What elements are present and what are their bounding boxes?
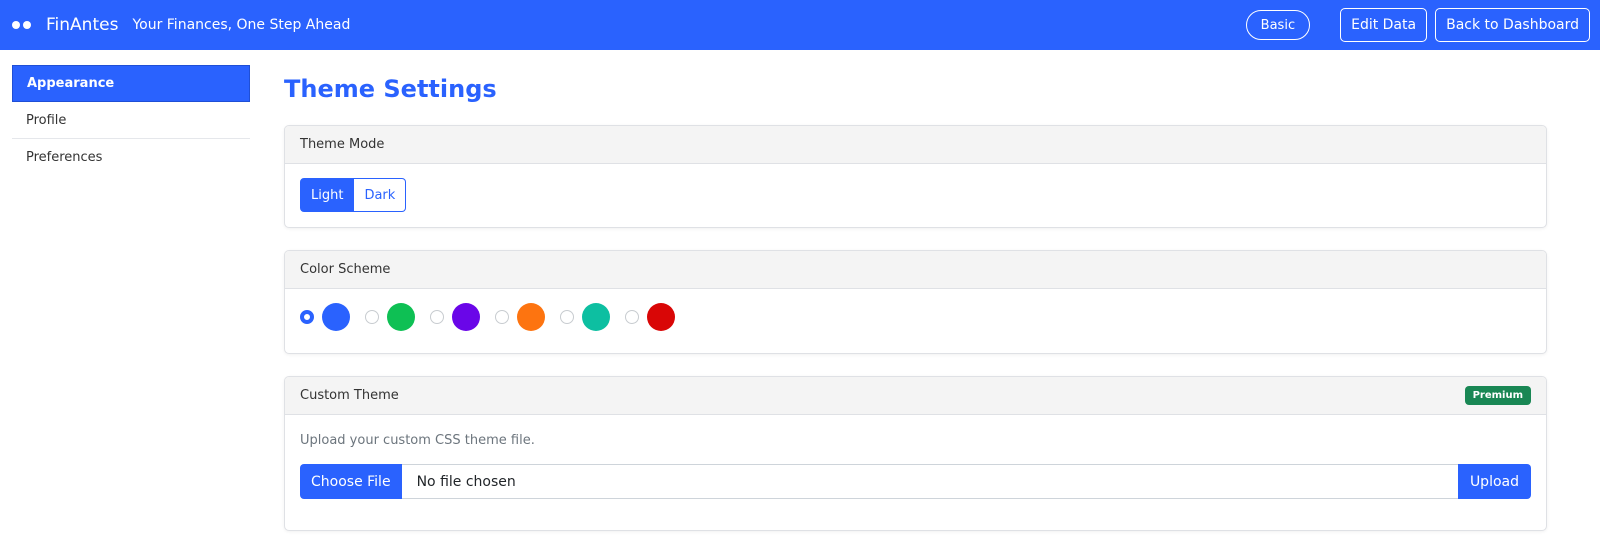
- page-title: Theme Settings: [284, 75, 497, 103]
- brand[interactable]: FinAntes Your Finances, One Step Ahead: [12, 15, 350, 35]
- theme-mode-toggle: Light Dark: [300, 178, 1531, 212]
- choose-file-button[interactable]: Choose File: [300, 464, 402, 499]
- file-upload-group: Choose File No file chosen Upload: [300, 464, 1531, 499]
- color-radio[interactable]: [430, 310, 444, 324]
- color-swatch[interactable]: [387, 303, 415, 331]
- color-scheme-header: Color Scheme: [285, 251, 1546, 289]
- premium-badge: Premium: [1464, 386, 1531, 405]
- color-option[interactable]: [430, 303, 480, 331]
- color-swatch[interactable]: [322, 303, 350, 331]
- back-to-dashboard-button[interactable]: Back to Dashboard: [1435, 8, 1590, 42]
- navbar-actions: Basic Edit Data Back to Dashboard: [1245, 8, 1590, 42]
- top-navbar: FinAntes Your Finances, One Step Ahead B…: [0, 0, 1600, 50]
- color-radio[interactable]: [495, 310, 509, 324]
- color-swatch[interactable]: [582, 303, 610, 331]
- sidebar-item-preferences[interactable]: Preferences: [12, 139, 250, 176]
- custom-theme-header-row: Custom Theme Premium: [285, 377, 1546, 415]
- upload-button[interactable]: Upload: [1457, 464, 1531, 499]
- color-swatch-group: [300, 303, 1531, 331]
- file-name-display[interactable]: No file chosen: [401, 464, 1458, 499]
- brand-tagline: Your Finances, One Step Ahead: [132, 17, 351, 33]
- theme-mode-header: Theme Mode: [285, 126, 1546, 164]
- logo-dots-icon: [12, 21, 36, 29]
- custom-theme-header: Custom Theme: [300, 388, 399, 403]
- color-swatch[interactable]: [647, 303, 675, 331]
- brand-name: FinAntes: [46, 15, 119, 35]
- theme-light-button[interactable]: Light: [300, 178, 355, 212]
- theme-mode-card: Theme Mode Light Dark: [284, 125, 1547, 228]
- color-option[interactable]: [560, 303, 610, 331]
- color-scheme-card: Color Scheme: [284, 250, 1547, 354]
- main-content: Theme Settings Theme Mode Light Dark Col…: [284, 70, 1547, 531]
- color-option[interactable]: [495, 303, 545, 331]
- sidebar-item-profile[interactable]: Profile: [12, 102, 250, 139]
- plan-badge-button[interactable]: Basic: [1245, 10, 1311, 40]
- color-option[interactable]: [625, 303, 675, 331]
- color-radio[interactable]: [560, 310, 574, 324]
- color-swatch[interactable]: [452, 303, 480, 331]
- custom-theme-help-text: Upload your custom CSS theme file.: [300, 433, 535, 448]
- sidebar-item-appearance[interactable]: Appearance: [12, 65, 250, 102]
- edit-data-button[interactable]: Edit Data: [1340, 8, 1428, 42]
- color-swatch[interactable]: [517, 303, 545, 331]
- color-radio[interactable]: [300, 310, 314, 324]
- settings-sidebar: Appearance Profile Preferences: [12, 65, 250, 176]
- color-radio[interactable]: [625, 310, 639, 324]
- color-option[interactable]: [365, 303, 415, 331]
- custom-theme-card: Custom Theme Premium Upload your custom …: [284, 376, 1547, 531]
- color-option[interactable]: [300, 303, 350, 331]
- theme-dark-button[interactable]: Dark: [354, 178, 407, 212]
- color-radio[interactable]: [365, 310, 379, 324]
